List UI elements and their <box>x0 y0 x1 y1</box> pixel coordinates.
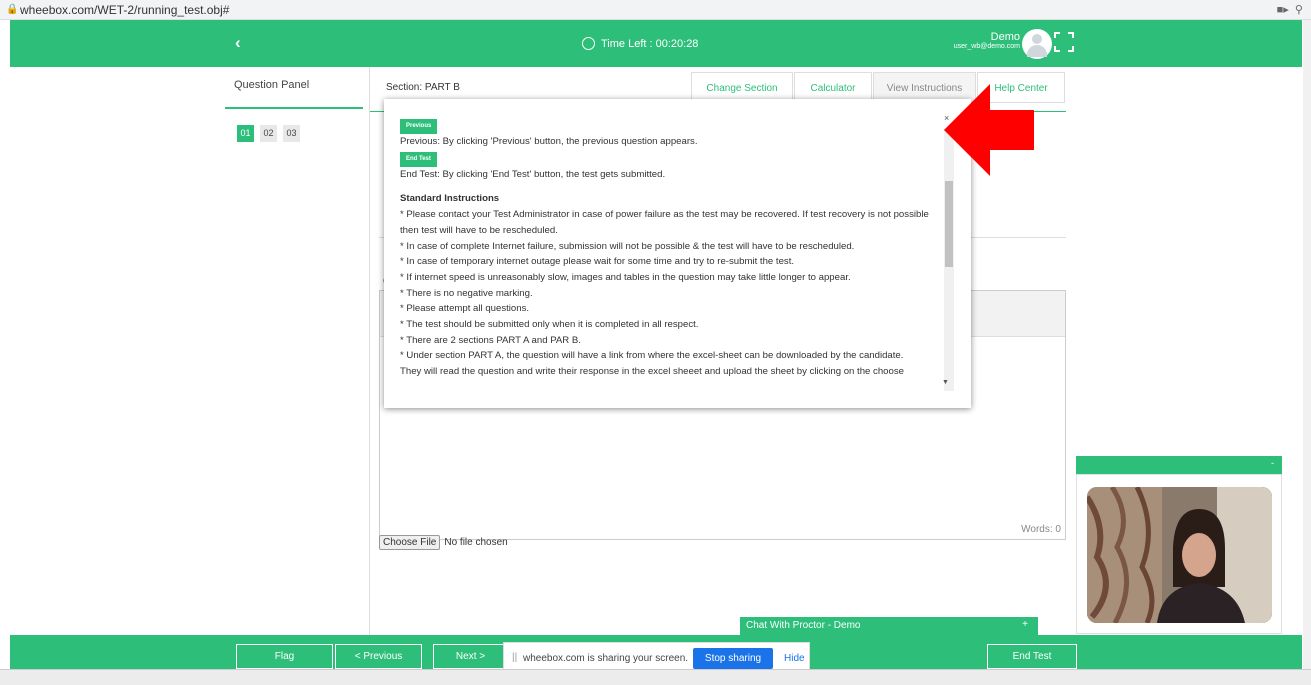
chat-with-proctor-bar[interactable]: Chat With Proctor - Demo + <box>740 617 1038 635</box>
instructions-content: Previous Previous: By clicking 'Previous… <box>400 117 945 380</box>
red-arrow-annotation <box>944 84 1034 176</box>
back-icon[interactable]: ‹ <box>235 33 241 53</box>
end-test-sample-button: End Test <box>400 151 437 167</box>
section-label: Section: PART B <box>386 82 460 93</box>
instruction-item: * In case of temporary internet outage p… <box>400 256 795 268</box>
camera-panel <box>1076 474 1282 634</box>
instruction-item: * If internet speed is unreasonably slow… <box>400 271 851 283</box>
user-info: Demo user_wb@demo.com <box>910 31 1020 50</box>
instruction-item: * The test should be submitted only when… <box>400 319 699 331</box>
scroll-down-icon[interactable]: ▼ <box>942 379 949 386</box>
question-button-03[interactable]: 03 <box>283 125 300 142</box>
user-email: user_wb@demo.com <box>953 43 1020 50</box>
standard-instructions-heading: Standard Instructions <box>400 193 500 205</box>
time-left: Time Left : 00:20:28 <box>582 37 698 50</box>
clock-icon <box>582 37 595 50</box>
status-strip <box>0 669 1311 685</box>
minimize-icon[interactable]: - <box>1271 458 1274 468</box>
time-left-text: Time Left : 00:20:28 <box>601 38 699 50</box>
instruction-item: They will read the question and write th… <box>400 366 904 378</box>
instruction-item: * There is no negative marking. <box>400 287 533 299</box>
instruction-item: * There are 2 sections PART A and PAR B. <box>400 334 581 346</box>
avatar <box>1022 29 1052 59</box>
instruction-item: * Under section PART A, the question wil… <box>400 350 904 362</box>
browser-toolbar-icons[interactable]: ■▸ ⚲ <box>1277 3 1303 16</box>
avatar-body-shape <box>1027 45 1047 57</box>
question-button-02[interactable]: 02 <box>260 125 277 142</box>
previous-button[interactable]: < Previous <box>335 644 422 669</box>
question-panel: Question Panel 01 02 03 <box>222 67 370 635</box>
test-header: ‹ Time Left : 00:20:28 Demo user_wb@demo… <box>10 20 1302 67</box>
stop-sharing-button[interactable]: Stop sharing <box>693 648 773 669</box>
user-name: Demo <box>990 31 1020 43</box>
no-file-label: No file chosen <box>444 537 508 548</box>
flag-button[interactable]: Flag <box>236 644 333 669</box>
question-button-01[interactable]: 01 <box>237 125 254 142</box>
camera-panel-header: - <box>1076 456 1282 474</box>
instruction-item: * Please contact your Test Administrator… <box>400 209 929 236</box>
sharing-message: wheebox.com is sharing your screen. <box>523 653 689 664</box>
avatar-head-shape <box>1032 34 1042 44</box>
choose-file-button[interactable]: Choose File <box>379 535 441 550</box>
word-count: Words: 0 <box>1021 524 1061 535</box>
instruction-item: * Please attempt all questions. <box>400 303 530 315</box>
hide-share-bar-link[interactable]: Hide <box>784 653 805 664</box>
question-panel-underline <box>225 107 363 109</box>
previous-description: Previous: By clicking 'Previous' button,… <box>400 136 698 147</box>
browser-address-bar[interactable]: 🔒 wheebox.com/WET-2/running_test.obj# ■▸… <box>0 0 1311 20</box>
end-test-button[interactable]: End Test <box>987 644 1077 669</box>
modal-scroll-thumb[interactable] <box>945 181 953 267</box>
question-panel-title: Question Panel <box>234 79 310 91</box>
webcam-video <box>1087 487 1272 623</box>
previous-sample-button: Previous <box>400 119 438 134</box>
url-text[interactable]: wheebox.com/WET-2/running_test.obj# <box>20 3 229 17</box>
webcam-image <box>1087 487 1272 623</box>
lock-icon: 🔒 <box>6 4 19 15</box>
file-upload-row: Choose File No file chosen <box>379 535 508 550</box>
instructions-modal: × Previous Previous: By clicking 'Previo… <box>384 99 971 408</box>
plus-icon[interactable]: + <box>1022 619 1028 630</box>
next-button[interactable]: Next > <box>433 644 508 669</box>
fullscreen-icon[interactable] <box>1054 32 1074 52</box>
drag-handle-icon[interactable]: || <box>512 652 517 663</box>
page-scrollbar[interactable] <box>1303 20 1311 669</box>
end-test-description: End Test: By clicking 'End Test' button,… <box>400 168 666 180</box>
instruction-item: * In case of complete Internet failure, … <box>400 240 855 252</box>
chat-title: Chat With Proctor - Demo <box>746 620 861 631</box>
